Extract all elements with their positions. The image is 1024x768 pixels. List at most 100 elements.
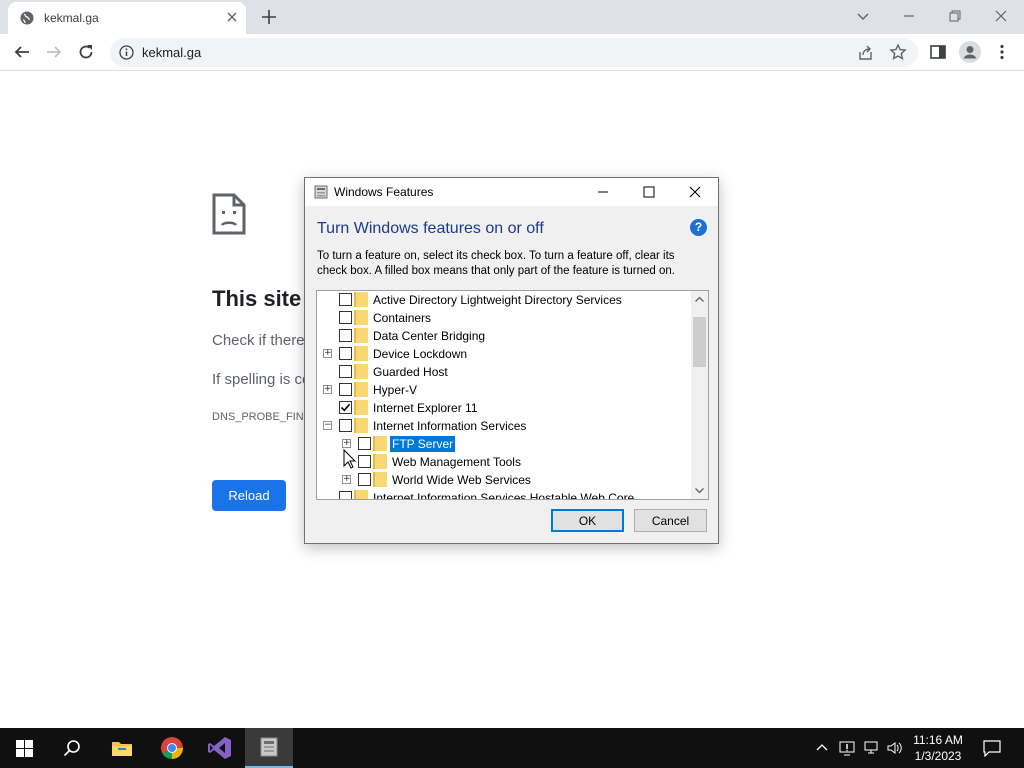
- notification-center-icon[interactable]: [982, 739, 1002, 757]
- minimize-icon[interactable]: [899, 6, 919, 26]
- close-window-icon[interactable]: [991, 6, 1011, 26]
- tray-volume-icon[interactable]: [886, 739, 904, 757]
- error-check-text: Check if there: [212, 332, 305, 349]
- feature-row[interactable]: Web Management Tools: [317, 453, 691, 471]
- feature-checkbox[interactable]: [339, 401, 352, 414]
- feature-checkbox[interactable]: [339, 311, 352, 324]
- bookmark-star-icon[interactable]: [889, 43, 907, 61]
- folder-icon: [354, 328, 368, 343]
- feature-row[interactable]: Data Center Bridging: [317, 327, 691, 345]
- dialog-titlebar[interactable]: Windows Features: [305, 178, 718, 206]
- help-icon[interactable]: ?: [690, 219, 707, 236]
- tray-overflow-chevron-icon[interactable]: [815, 740, 829, 754]
- cancel-button[interactable]: Cancel: [634, 509, 707, 532]
- forward-icon[interactable]: [45, 43, 63, 61]
- reload-button[interactable]: Reload: [212, 480, 286, 511]
- address-bar[interactable]: kekmal.ga: [110, 38, 918, 67]
- folder-icon: [354, 292, 368, 307]
- scrollbar-thumb[interactable]: [693, 317, 706, 367]
- feature-checkbox[interactable]: [358, 473, 371, 486]
- mouse-cursor-icon: [343, 449, 357, 469]
- back-icon[interactable]: [13, 43, 31, 61]
- feature-row[interactable]: Internet Information Services Hostable W…: [317, 489, 691, 499]
- windows-features-dialog: Windows Features Turn Windows features o…: [304, 177, 719, 544]
- sad-document-icon: [212, 193, 246, 235]
- menu-kebab-icon[interactable]: [993, 43, 1011, 61]
- dialog-maximize-icon[interactable]: [641, 184, 657, 200]
- collapse-icon[interactable]: −: [323, 421, 332, 430]
- tab-search-icon[interactable]: [853, 6, 873, 26]
- feature-label: Guarded Host: [373, 365, 448, 379]
- ok-button[interactable]: OK: [551, 509, 624, 532]
- feature-checkbox[interactable]: [339, 491, 352, 499]
- visual-studio-icon: [208, 736, 232, 760]
- dialog-window-title: Windows Features: [334, 185, 434, 199]
- feature-row[interactable]: + World Wide Web Services: [317, 471, 691, 489]
- feature-row[interactable]: + Hyper-V: [317, 381, 691, 399]
- taskbar-visual-studio[interactable]: [196, 728, 244, 768]
- folder-icon: [354, 400, 368, 415]
- tray-network-alert-icon[interactable]: [838, 739, 856, 757]
- feature-label: Device Lockdown: [373, 347, 468, 361]
- restore-icon[interactable]: [945, 6, 965, 26]
- feature-row[interactable]: Active Directory Lightweight Directory S…: [317, 291, 691, 309]
- dialog-heading: Turn Windows features on or off: [317, 220, 544, 237]
- dialog-description: To turn a feature on, select its check b…: [317, 250, 675, 277]
- feature-label: Internet Explorer 11: [373, 401, 478, 415]
- feature-row[interactable]: + FTP Server: [317, 435, 691, 453]
- taskbar-clock[interactable]: 11:16 AM 1/3/2023: [905, 732, 971, 764]
- dialog-minimize-icon[interactable]: [595, 184, 611, 200]
- feature-checkbox[interactable]: [339, 365, 352, 378]
- features-tree: Active Directory Lightweight Directory S…: [316, 290, 709, 500]
- scroll-up-icon[interactable]: [691, 291, 708, 308]
- feature-checkbox[interactable]: [339, 329, 352, 342]
- feature-row[interactable]: − Internet Information Services: [317, 417, 691, 435]
- file-explorer-icon: [111, 739, 133, 757]
- tab-strip: kekmal.ga: [0, 0, 1024, 34]
- feature-label: FTP Server: [390, 436, 456, 452]
- scroll-down-icon[interactable]: [691, 482, 708, 499]
- feature-checkbox[interactable]: [358, 455, 371, 468]
- feature-checkbox[interactable]: [339, 293, 352, 306]
- folder-icon: [354, 382, 368, 397]
- browser-tab[interactable]: kekmal.ga: [8, 2, 246, 34]
- tree-scrollbar[interactable]: [691, 291, 708, 499]
- reload-icon[interactable]: [77, 43, 95, 61]
- taskbar-server-features[interactable]: [245, 728, 293, 768]
- globe-icon: [20, 11, 34, 25]
- feature-row[interactable]: Guarded Host: [317, 363, 691, 381]
- feature-checkbox[interactable]: [339, 383, 352, 396]
- error-code: DNS_PROBE_FINI: [212, 411, 307, 423]
- error-spelling-text: If spelling is co: [212, 371, 311, 388]
- feature-label: Containers: [373, 311, 432, 325]
- profile-avatar-icon[interactable]: [959, 41, 981, 63]
- side-panel-icon[interactable]: [929, 43, 947, 61]
- taskbar-search-button[interactable]: [48, 728, 96, 768]
- share-icon[interactable]: [857, 44, 874, 61]
- feature-checkbox[interactable]: [339, 347, 352, 360]
- feature-row[interactable]: Internet Explorer 11: [317, 399, 691, 417]
- search-icon: [63, 739, 81, 757]
- feature-label: Internet Information Services: [373, 419, 527, 433]
- site-info-icon[interactable]: [119, 45, 134, 60]
- close-tab-icon[interactable]: [226, 11, 238, 23]
- expand-icon[interactable]: +: [342, 439, 351, 448]
- expand-icon[interactable]: +: [342, 475, 351, 484]
- feature-checkbox[interactable]: [339, 419, 352, 432]
- expand-icon[interactable]: +: [323, 349, 332, 358]
- start-button[interactable]: [0, 728, 48, 768]
- taskbar-chrome[interactable]: [148, 728, 196, 768]
- dialog-close-icon[interactable]: [687, 184, 703, 200]
- feature-label: Data Center Bridging: [373, 329, 486, 343]
- new-tab-icon[interactable]: [260, 8, 278, 26]
- feature-row[interactable]: Containers: [317, 309, 691, 327]
- tray-network-icon[interactable]: [863, 739, 881, 757]
- server-features-icon: [259, 736, 279, 758]
- chrome-icon: [160, 736, 184, 760]
- feature-checkbox[interactable]: [358, 437, 371, 450]
- taskbar-file-explorer[interactable]: [98, 728, 146, 768]
- folder-icon: [354, 364, 368, 379]
- feature-label: World Wide Web Services: [392, 473, 531, 487]
- expand-icon[interactable]: +: [323, 385, 332, 394]
- feature-row[interactable]: + Device Lockdown: [317, 345, 691, 363]
